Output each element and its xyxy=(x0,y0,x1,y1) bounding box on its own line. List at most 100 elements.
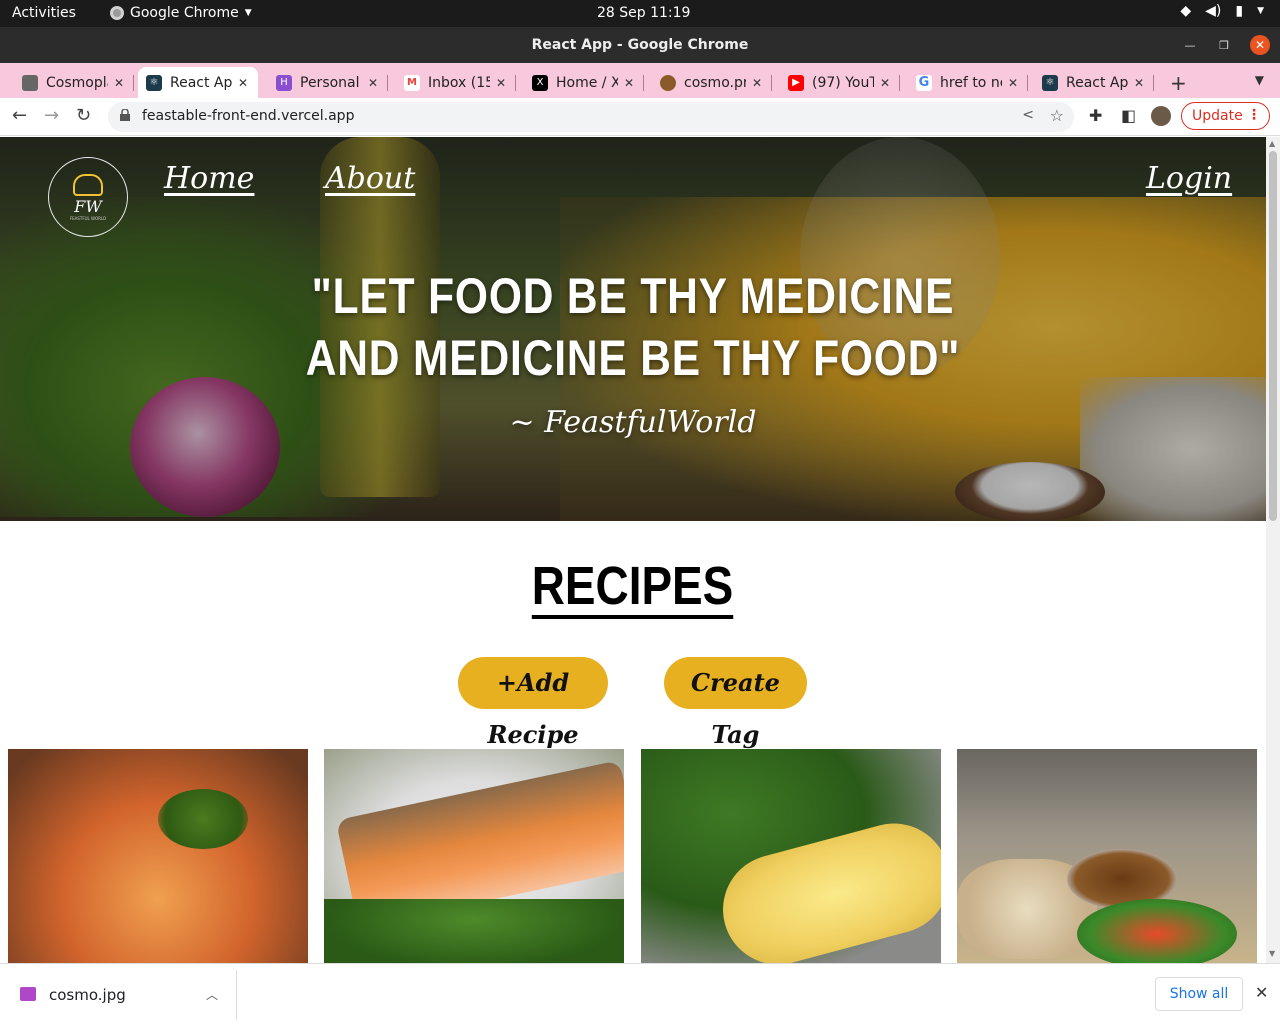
update-button[interactable]: Update ⋮ xyxy=(1181,102,1270,130)
window-title-bar: React App - Google Chrome — ❐ ✕ xyxy=(0,27,1280,63)
profile-avatar[interactable] xyxy=(1151,106,1171,126)
tab-label: Cosmopla xyxy=(46,74,108,91)
close-tab-icon[interactable]: ✕ xyxy=(1132,76,1146,90)
nav-about-link[interactable]: About xyxy=(325,161,415,196)
youtube-icon: ▶ xyxy=(788,74,804,91)
close-tab-icon[interactable]: ✕ xyxy=(1006,76,1020,90)
tab-label: href to ne xyxy=(940,74,1002,91)
caret-down-icon: ▼ xyxy=(1257,6,1264,16)
battery-icon: ▮ xyxy=(1235,3,1244,19)
extensions-icon[interactable]: ✚ xyxy=(1089,106,1102,125)
bookmark-star-icon[interactable]: ☆ xyxy=(1050,106,1064,125)
recipe-card-salmon[interactable] xyxy=(324,749,624,963)
tab-youtube[interactable]: ▶ (97) YouT ✕ xyxy=(780,67,900,98)
chrome-icon xyxy=(110,6,124,20)
tab-label: Personal xyxy=(300,74,360,91)
recipe-card-bread-curry[interactable] xyxy=(957,749,1257,963)
nav-login-link[interactable]: Login xyxy=(1146,161,1232,196)
clock[interactable]: 28 Sep 11:19 xyxy=(597,5,690,21)
tab-strip: Cosmopla ✕ ⚛ React App ✕ H Personal ✕ M … xyxy=(0,63,1280,98)
reload-icon[interactable]: ↻ xyxy=(76,105,91,126)
close-tab-icon[interactable]: ✕ xyxy=(112,76,126,90)
system-tray[interactable]: ◆ ◀) ▮ ▼ xyxy=(1180,3,1264,19)
tab-home-x[interactable]: X Home / X ✕ xyxy=(524,67,644,98)
tab-label: Inbox (15 xyxy=(428,74,490,91)
recipes-heading: RECIPES xyxy=(532,557,734,619)
show-all-button[interactable]: Show all xyxy=(1155,977,1243,1011)
react-icon: ⚛ xyxy=(146,74,162,91)
hero-quote-line-2: AND MEDICINE BE THY FOOD" xyxy=(305,330,961,386)
close-tab-icon[interactable]: ✕ xyxy=(622,76,636,90)
minimize-icon[interactable]: — xyxy=(1182,39,1198,52)
close-tab-icon[interactable]: ✕ xyxy=(878,76,892,90)
tab-label: React App xyxy=(1066,74,1128,91)
logo-monogram: FW xyxy=(74,196,102,216)
tab-personal[interactable]: H Personal ✕ xyxy=(268,67,388,98)
close-tab-icon[interactable]: ✕ xyxy=(494,76,508,90)
react-icon: ⚛ xyxy=(1042,74,1058,91)
app-menu-label: Google Chrome xyxy=(130,5,239,21)
tab-label: (97) YouT xyxy=(812,74,874,91)
x-icon: X xyxy=(532,74,548,91)
close-tab-icon[interactable]: ✕ xyxy=(750,76,764,90)
browser-toolbar: ← → ↻ feastable-front-end.vercel.app < ☆… xyxy=(0,98,1280,136)
nav-home-link[interactable]: Home xyxy=(164,161,254,196)
activities-button[interactable]: Activities xyxy=(12,5,76,21)
cosmo-pr-icon xyxy=(660,74,676,91)
forward-icon[interactable]: → xyxy=(44,105,59,126)
page-viewport: FW FEASTFUL WORLD Home About Login "LET … xyxy=(0,137,1266,963)
download-file-name[interactable]: cosmo.jpg xyxy=(49,986,126,1004)
logo-subtitle: FEASTFUL WORLD xyxy=(69,215,107,221)
tab-google-search[interactable]: G href to ne ✕ xyxy=(908,67,1028,98)
tab-cosmoplan[interactable]: Cosmopla ✕ xyxy=(14,67,134,98)
caret-down-icon: ▼ xyxy=(244,8,252,18)
chef-hat-icon xyxy=(73,173,103,196)
tab-label: cosmo.pr xyxy=(684,74,746,91)
back-icon[interactable]: ← xyxy=(12,105,27,126)
tab-react-app-2[interactable]: ⚛ React App ✕ xyxy=(1034,67,1154,98)
site-logo[interactable]: FW FEASTFUL WORLD xyxy=(48,157,128,237)
window-title: React App - Google Chrome xyxy=(531,37,749,53)
hero-quote-line-1: "LET FOOD BE THY MEDICINE xyxy=(311,268,955,324)
hero-banner: FW FEASTFUL WORLD Home About Login "LET … xyxy=(0,137,1266,521)
download-bar: cosmo.jpg ︿ Show all ✕ xyxy=(0,963,1280,1024)
google-icon: G xyxy=(916,74,932,91)
lock-icon xyxy=(120,109,130,121)
scroll-up-icon[interactable]: ▲ xyxy=(1269,139,1275,148)
system-top-bar: Activities Google Chrome ▼ 28 Sep 11:19 … xyxy=(0,0,1280,27)
add-recipe-button[interactable]: +Add Recipe xyxy=(458,657,608,749)
chevron-up-icon[interactable]: ︿ xyxy=(206,986,218,1003)
gmail-icon: M xyxy=(404,74,420,91)
tab-cosmo-pr[interactable]: cosmo.pr ✕ xyxy=(652,67,772,98)
cosmo-icon xyxy=(22,74,38,91)
tab-search-chevron-icon[interactable]: ▼ xyxy=(1255,73,1264,87)
volume-icon: ◀) xyxy=(1205,3,1222,19)
url-text[interactable]: feastable-front-end.vercel.app xyxy=(142,108,354,124)
tab-label: React App xyxy=(170,74,232,91)
more-menu-icon[interactable]: ⋮ xyxy=(1247,107,1261,123)
recipes-heading-wrap: RECIPES xyxy=(0,557,1266,619)
update-label: Update xyxy=(1192,108,1243,124)
recipe-card-omelette[interactable] xyxy=(641,749,941,963)
tab-inbox[interactable]: M Inbox (15 ✕ xyxy=(396,67,516,98)
hackmd-icon: H xyxy=(276,74,292,91)
close-tab-icon[interactable]: ✕ xyxy=(366,76,380,90)
share-icon[interactable]: < xyxy=(1022,107,1034,123)
address-bar[interactable]: feastable-front-end.vercel.app < ☆ xyxy=(108,102,1074,132)
image-file-icon xyxy=(20,987,36,1001)
hero-attribution: ~ FeastfulWorld xyxy=(509,405,757,440)
close-window-icon[interactable]: ✕ xyxy=(1250,35,1270,55)
scroll-down-icon[interactable]: ▼ xyxy=(1269,949,1275,958)
restore-icon[interactable]: ❐ xyxy=(1216,39,1232,52)
create-tag-button[interactable]: Create Tag xyxy=(664,657,807,749)
side-panel-icon[interactable]: ◧ xyxy=(1121,106,1136,125)
new-tab-icon[interactable]: + xyxy=(1170,71,1187,95)
scrollbar-thumb[interactable] xyxy=(1269,151,1277,521)
tab-label: Home / X xyxy=(556,74,618,91)
recipe-card-pasta[interactable] xyxy=(8,749,308,963)
tab-react-app[interactable]: ⚛ React App ✕ xyxy=(138,67,258,98)
close-tab-icon[interactable]: ✕ xyxy=(236,76,250,90)
close-download-bar-icon[interactable]: ✕ xyxy=(1255,983,1268,1002)
app-menu[interactable]: Google Chrome ▼ xyxy=(110,5,252,21)
page-scrollbar[interactable]: ▲ ▼ xyxy=(1266,137,1280,963)
